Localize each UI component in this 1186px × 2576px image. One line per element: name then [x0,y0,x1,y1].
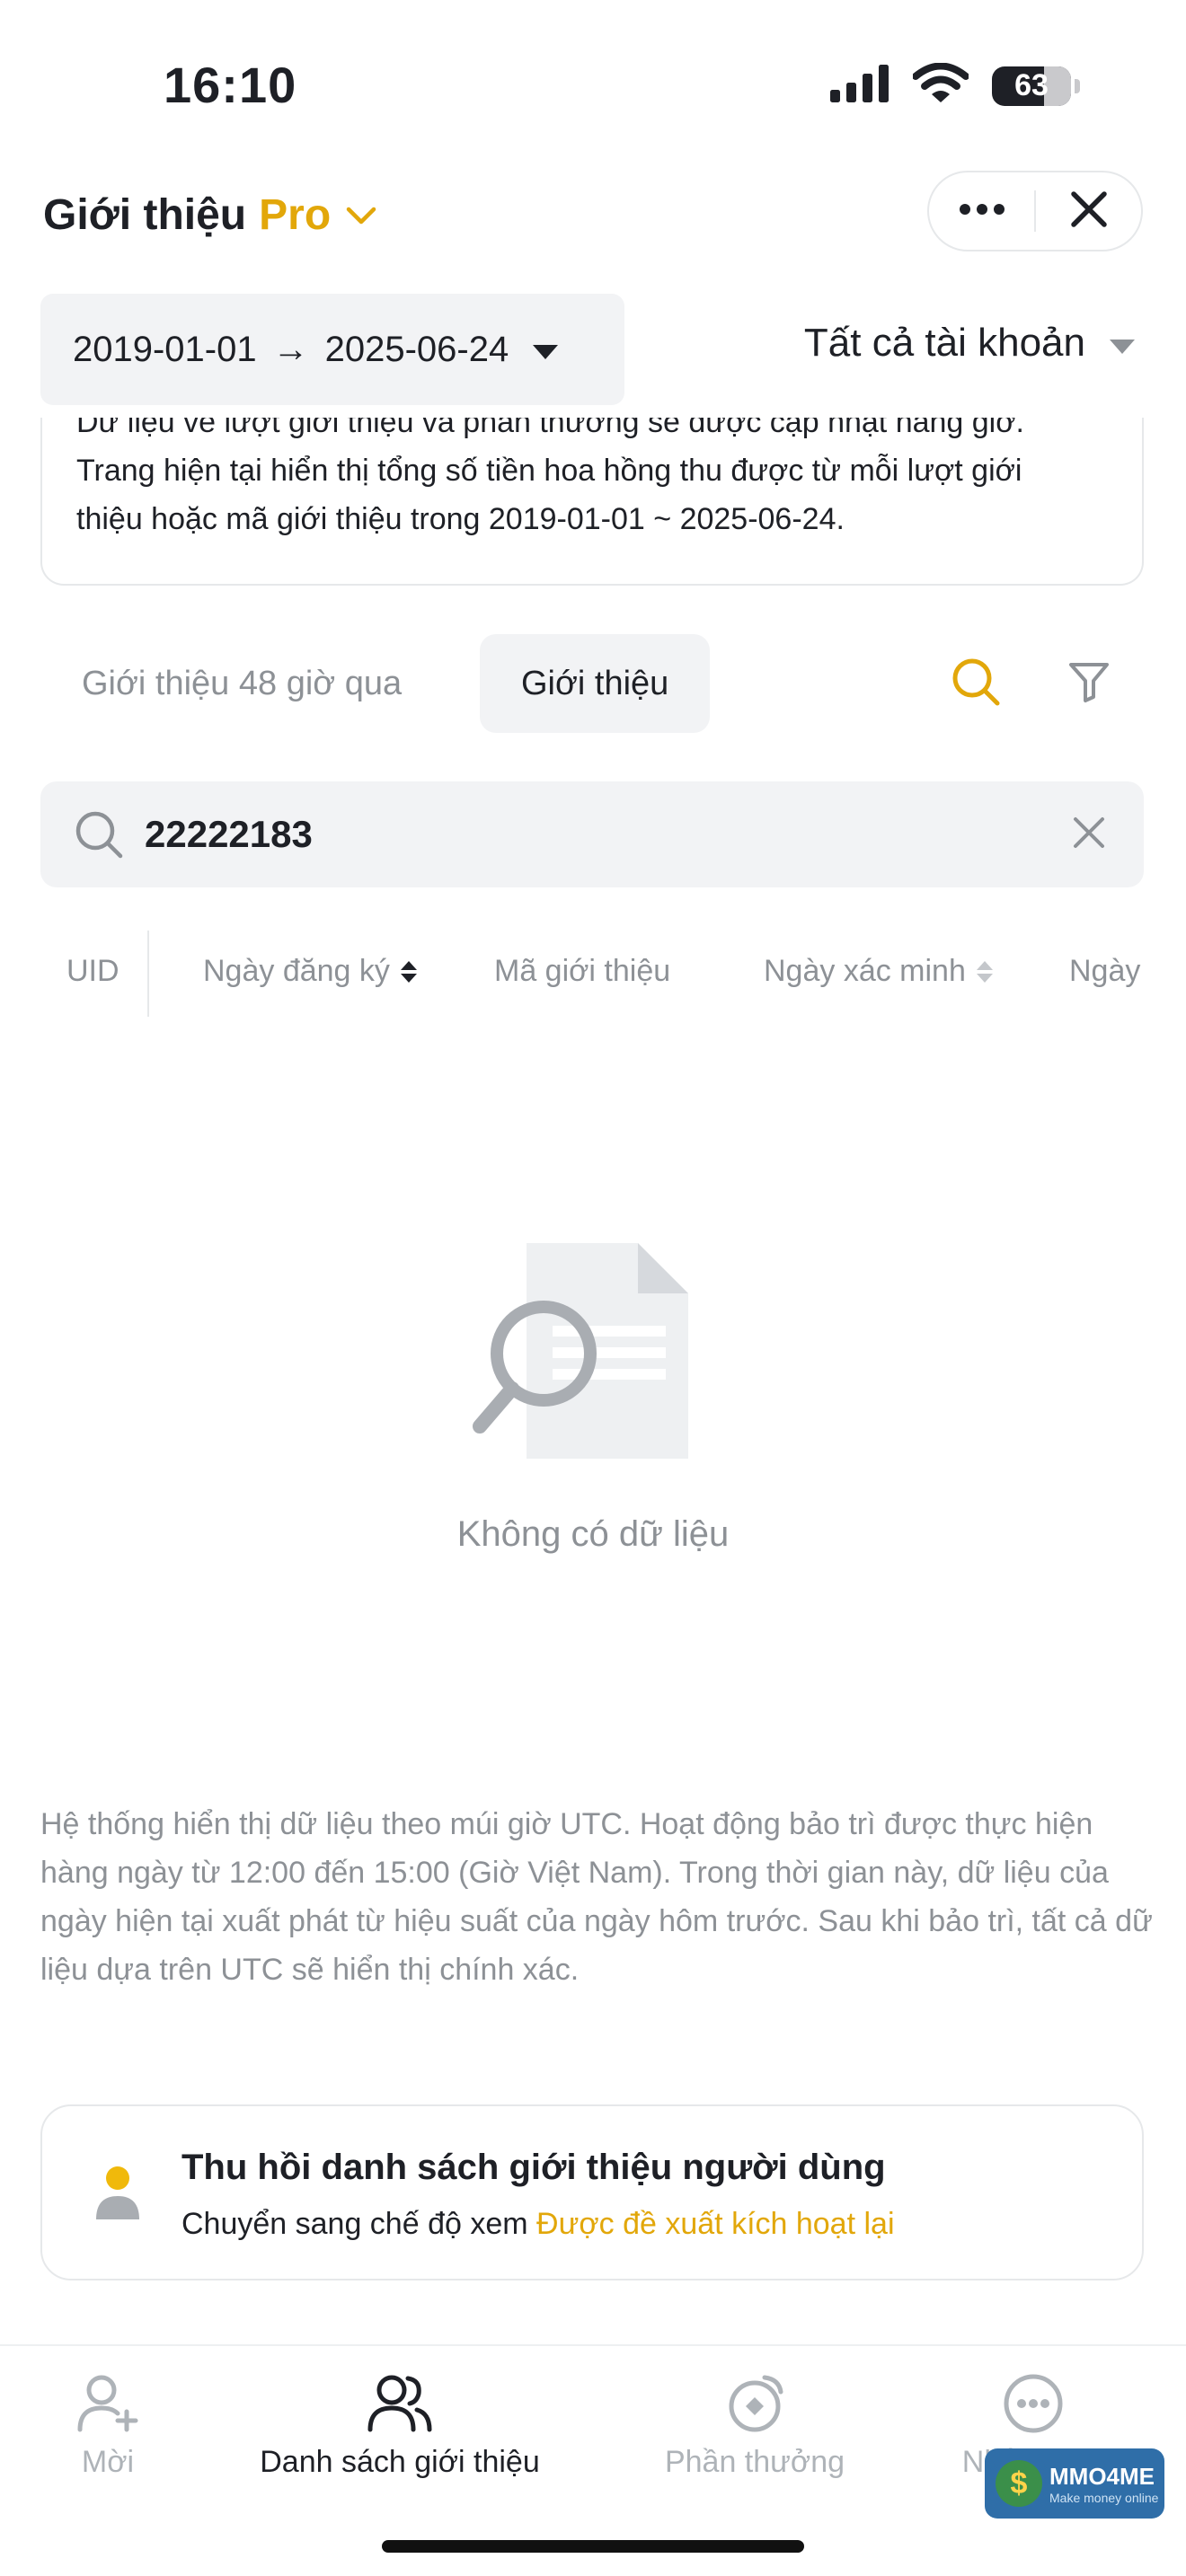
tabs-bar: Giới thiệu 48 giờ qua Giới thiệu [40,634,1144,733]
nav-item-rewards[interactable]: Phần thưởng [629,2369,881,2480]
column-header-referral-code: Mã giới thiệu [494,954,670,989]
mmo4me-watermark: $ MMO4ME Make money online [985,2448,1164,2519]
column-header-label: Ngày đăng ký [203,954,390,988]
search-input[interactable] [145,813,1007,856]
more-icon [959,203,1005,220]
close-icon [1072,816,1106,854]
rewards-icon [721,2369,789,2438]
page-title-accent: Pro [259,191,332,239]
column-header-label: Mã giới thiệu [494,954,671,988]
battery-level: 63 [1014,68,1049,102]
empty-state-text: Không có dữ liệu [456,1514,730,1554]
table-header: UID Ngày đăng ký Mã giới thiệu Ngày xác … [0,925,1186,1024]
tab-referrals[interactable]: Giới thiệu [480,634,711,733]
watermark-brand: MMO4ME [1049,2462,1155,2490]
close-button[interactable] [1036,172,1141,250]
nav-item-label: Phần thưởng [664,2445,845,2479]
mini-app-capsule [927,171,1143,251]
recall-card-title: Thu hồi danh sách giới thiệu người dùng [181,2148,886,2187]
users-icon [366,2369,434,2438]
account-select-label: Tất cả tài khoản [803,321,1085,365]
notice-line: Dữ liệu về lượt giới thiệu và phần thưởn… [76,418,1024,439]
reactivation-link[interactable]: Được đề xuất kích hoạt lại [536,2207,894,2241]
caret-down-icon [1109,321,1136,366]
column-header-verify-date[interactable]: Ngày xác minh [764,954,993,989]
nav-item-referral-list[interactable]: Danh sách giới thiệu [243,2369,557,2480]
chevron-down-icon [343,198,379,234]
notice-line: thiệu hoặc mã giới thiệu trong 2019-01-0… [76,502,845,536]
more-button[interactable] [929,172,1034,250]
date-end: 2025-06-24 [324,329,509,369]
watermark-tagline: Make money online [1049,2490,1159,2505]
clear-search-button[interactable] [1068,814,1110,855]
notice-card: Dữ liệu về lượt giới thiệu và phần thưởn… [40,418,1144,586]
coin-icon: $ [996,2460,1042,2507]
no-data-illustration [467,1239,701,1464]
timezone-disclaimer: Hệ thống hiển thị dữ liệu theo múi giờ U… [40,1807,1153,1987]
status-time: 16:10 [164,57,297,113]
recall-referrals-card[interactable]: Thu hồi danh sách giới thiệu người dùng … [40,2104,1144,2280]
status-bar: 16:10 63 [0,0,1186,171]
nav-item-invite[interactable]: Mời [54,2369,162,2480]
column-header-label: Ngày xác minh [764,954,966,988]
recall-card-subtitle-prefix: Chuyển sang chế độ xem [181,2207,537,2241]
status-icons: 63 [830,62,1080,109]
page-title: Giới thiệu [43,191,247,239]
more-circle-icon [999,2369,1067,2438]
date-start: 2019-01-01 [73,329,257,369]
home-indicator[interactable] [382,2540,804,2553]
wifi-icon [912,62,969,109]
column-header-date: Ngày [1069,954,1140,989]
search-toggle-button[interactable] [950,657,1002,710]
filter-icon [1067,659,1111,709]
column-header-label: Ngày [1069,954,1141,988]
nav-item-label: Danh sách giới thiệu [260,2445,540,2479]
filter-button[interactable] [1063,657,1115,710]
caret-down-icon [532,330,559,370]
column-divider [147,931,149,1017]
program-switcher[interactable]: Giới thiệu Pro [43,190,379,240]
recall-card-subtitle: Chuyển sang chế độ xem Được đề xuất kích… [181,2207,895,2242]
column-header-uid: UID [66,954,119,989]
battery-tip [1075,78,1080,93]
close-icon [1069,190,1109,234]
search-icon [950,656,1002,712]
battery-icon: 63 [992,66,1071,106]
notice-text: Dữ liệu về lượt giới thiệu và phần thưởn… [76,418,1110,543]
notice-line: Trang hiện tại hiển thị tổng số tiền hoa… [76,454,1022,488]
date-arrow: → [272,329,309,369]
add-user-icon [74,2369,142,2438]
date-range-picker[interactable]: 2019-01-01 → 2025-06-24 [40,294,624,405]
page-header: Giới thiệu Pro [0,171,1186,287]
nav-item-label: Mời [81,2445,135,2479]
sort-icon [976,960,993,983]
cellular-signal-icon [830,65,890,107]
column-header-register-date[interactable]: Ngày đăng ký [203,954,417,989]
search-icon [73,808,125,860]
search-bar [40,781,1144,887]
user-icon [93,2166,143,2225]
tab-last-48h[interactable]: Giới thiệu 48 giờ qua [82,634,402,733]
column-header-label: UID [66,954,119,988]
sort-icon [400,960,417,983]
account-select[interactable]: Tất cả tài khoản [804,321,1136,366]
